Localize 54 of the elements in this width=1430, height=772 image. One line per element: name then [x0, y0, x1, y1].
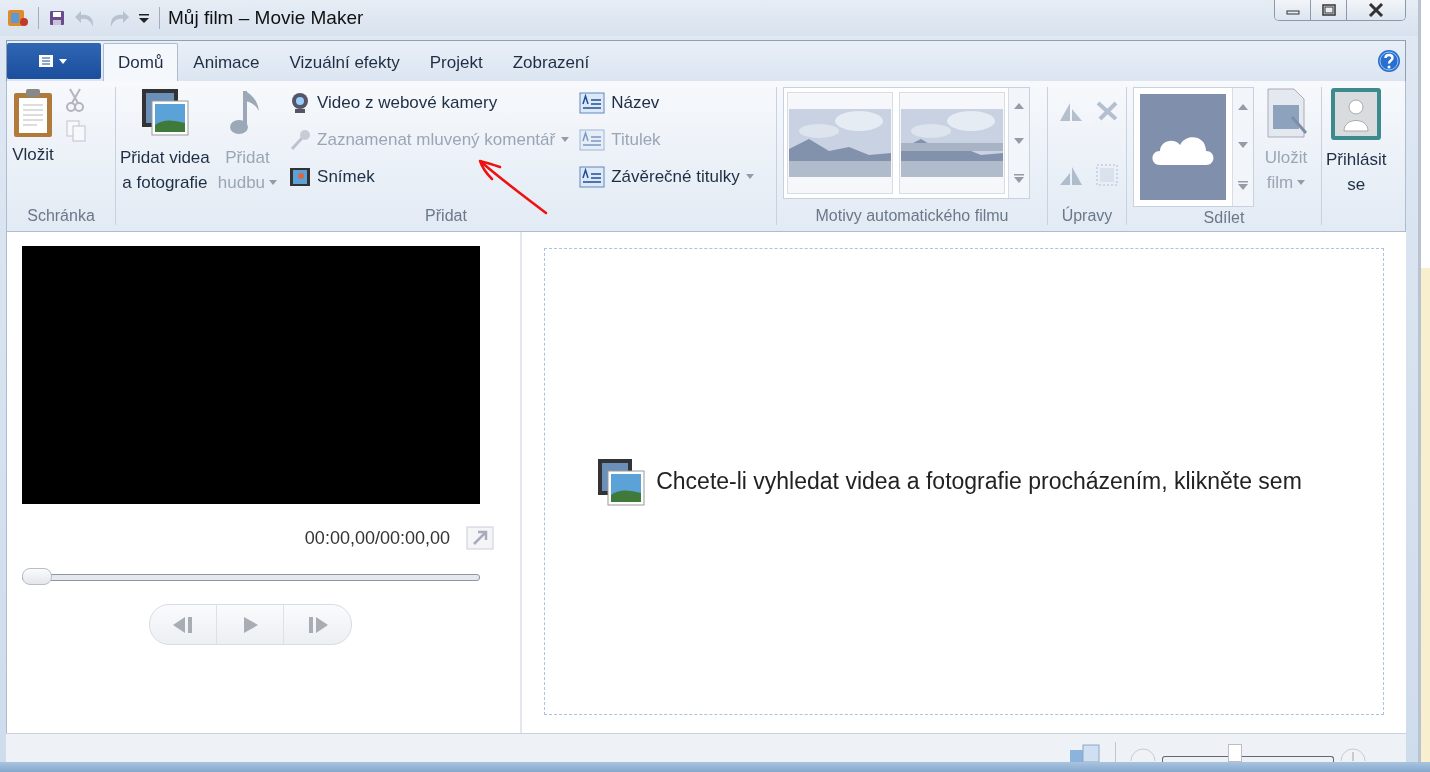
time-display: 00:00,00/00:00,00	[304, 527, 450, 549]
ribbon-tab[interactable]: Domů	[103, 43, 179, 81]
window-title: Můj film – Movie Maker	[168, 7, 364, 29]
webcam-button[interactable]: Video z webové kamery	[287, 87, 572, 118]
sign-in-button[interactable]: Přihlásit se	[1322, 85, 1391, 199]
scroll-up-icon[interactable]	[1014, 102, 1024, 109]
zoom-thumb[interactable]	[1228, 744, 1243, 762]
group-label: Schránka	[26, 207, 96, 226]
film-photo-icon	[139, 87, 190, 139]
add-videos-button[interactable]: Přidat videa a fotografie	[116, 85, 214, 197]
scroll-up-icon[interactable]	[1238, 104, 1248, 111]
thumbnail-size-icon[interactable]	[1069, 744, 1101, 762]
seek-bar[interactable]	[22, 566, 480, 586]
theme-thumbnail[interactable]	[787, 92, 893, 194]
person-icon	[1330, 87, 1383, 141]
text-frame-icon	[579, 128, 606, 151]
customize-caret-icon[interactable]	[137, 11, 151, 25]
title-button[interactable]: Název	[577, 87, 756, 118]
ribbon-tab[interactable]: Vizuální efekty	[274, 43, 415, 81]
fullscreen-icon[interactable]	[466, 526, 494, 550]
scroll-down-icon[interactable]	[1014, 138, 1024, 145]
clipboard-icon	[11, 87, 55, 139]
close-icon	[1367, 3, 1385, 17]
theme-thumbnail[interactable]	[899, 92, 1005, 194]
text-frame-icon	[579, 91, 606, 114]
group-label: Přidat	[424, 207, 468, 226]
group-label: Motivy automatického filmu	[814, 207, 1010, 226]
browse-hint[interactable]: Chcete-li vyhledat videa a fotografie procházením, klikněte sem	[656, 468, 1302, 495]
application-menu-button[interactable]	[7, 43, 101, 79]
maximize-button[interactable]	[1311, 0, 1347, 20]
group-label: Úpravy	[1060, 207, 1114, 226]
ribbon-tab[interactable]: Projekt	[414, 43, 498, 81]
maximize-icon	[1321, 4, 1336, 16]
credits-button[interactable]: Závěrečné titulky	[577, 161, 756, 192]
seek-thumb[interactable]	[22, 568, 52, 585]
snapshot-button[interactable]: Snímek	[287, 161, 572, 192]
expand-icon[interactable]	[1238, 180, 1248, 190]
cloud-tile[interactable]	[1140, 94, 1226, 200]
save-icon[interactable]	[47, 8, 67, 28]
expand-icon[interactable]	[1014, 174, 1024, 184]
film-frame-icon	[289, 165, 312, 188]
paste-button[interactable]: Vložit	[7, 85, 59, 167]
ribbon-tab[interactable]: Zobrazení	[497, 43, 605, 81]
microphone-icon	[289, 128, 312, 151]
ribbon-tab[interactable]: Animace	[178, 43, 275, 81]
help-icon[interactable]	[1377, 49, 1401, 73]
scroll-down-icon[interactable]	[1238, 142, 1248, 149]
text-frame-icon	[579, 165, 606, 188]
minimize-button[interactable]	[1275, 0, 1311, 20]
document-film-icon	[1264, 87, 1308, 139]
photo-video-icon	[596, 456, 647, 507]
storyboard-area[interactable]: Chcete-li vyhledat videa a fotografie procházením, klikněte sem	[544, 248, 1384, 715]
group-label: Sdílet	[1202, 209, 1246, 228]
close-button[interactable]	[1347, 0, 1405, 20]
